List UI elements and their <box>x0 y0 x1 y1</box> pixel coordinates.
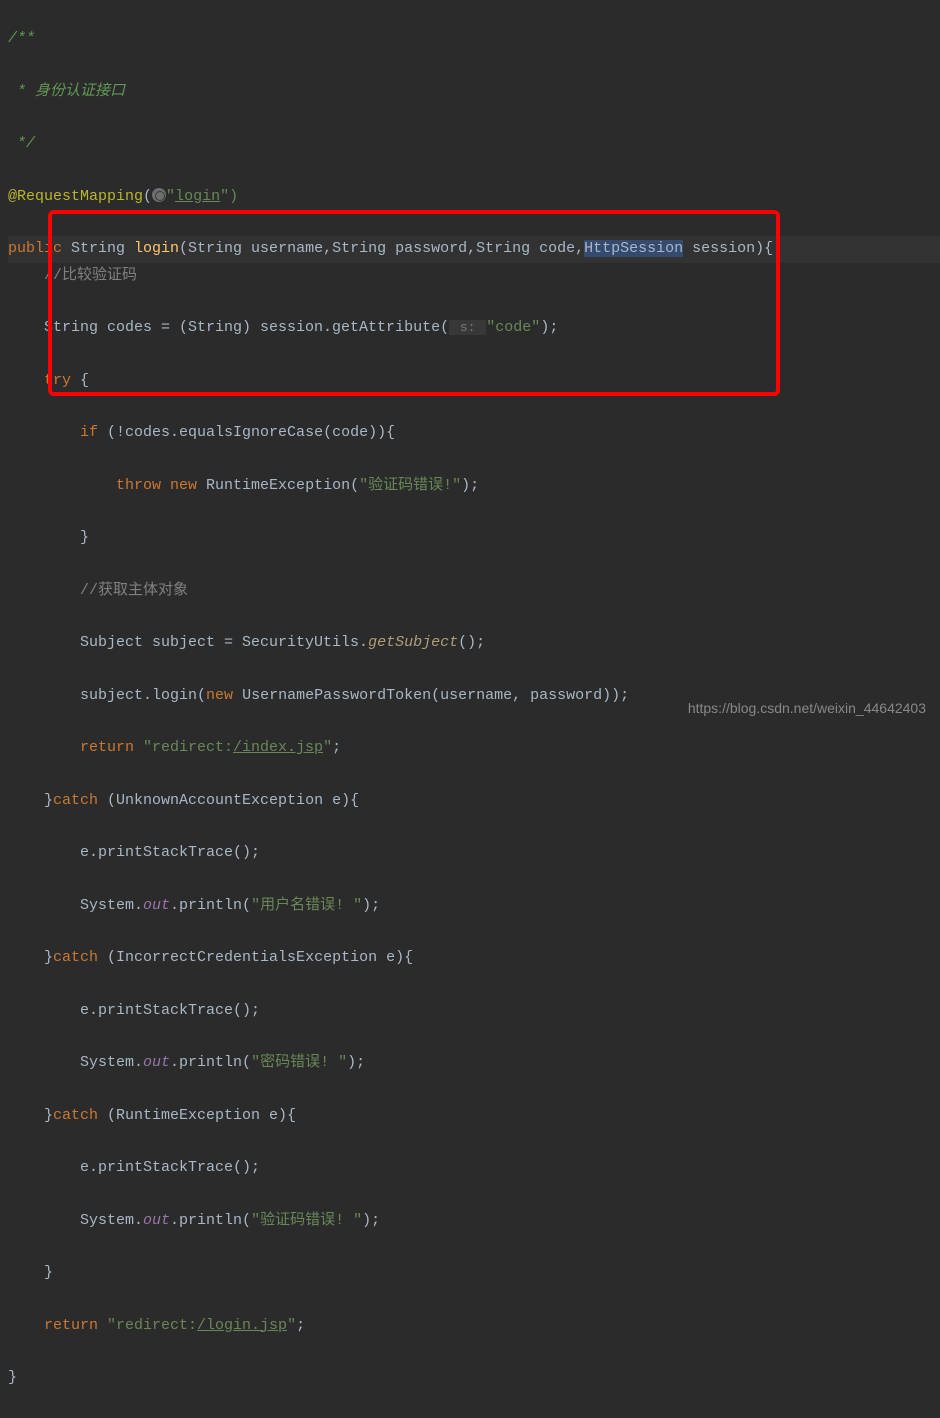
code-line: try { <box>8 368 940 394</box>
code-line: if (!codes.equalsIgnoreCase(code)){ <box>8 420 940 446</box>
code-line: throw new RuntimeException("验证码错误!"); <box>8 473 940 499</box>
globe-icon <box>152 188 166 202</box>
redirect-link[interactable]: /index.jsp <box>233 739 323 756</box>
code-line: e.printStackTrace(); <box>8 1155 940 1181</box>
line-comment: //获取主体对象 <box>8 582 188 599</box>
code-line-current: public String login(String username,Stri… <box>8 236 940 262</box>
code-line: System.out.println("验证码错误! "); <box>8 1208 940 1234</box>
code-line: return "redirect:/login.jsp"; <box>8 1313 940 1339</box>
line-comment: //比较验证码 <box>8 267 137 284</box>
param-hint: s: <box>449 320 486 335</box>
code-line: }catch (UnknownAccountException e){ <box>8 788 940 814</box>
code-line: Subject subject = SecurityUtils.getSubje… <box>8 630 940 656</box>
code-line: e.printStackTrace(); <box>8 840 940 866</box>
code-line: }catch (IncorrectCredentialsException e)… <box>8 945 940 971</box>
code-line: return "redirect:/index.jsp"; <box>8 735 940 761</box>
code-line: //获取主体对象 <box>8 578 940 604</box>
type-highlight: HttpSession <box>584 240 683 257</box>
code-line: } <box>8 1365 940 1391</box>
mapping-link[interactable]: login <box>175 188 220 205</box>
watermark: https://blog.csdn.net/weixin_44642403 <box>688 696 926 721</box>
code-line: } <box>8 1260 940 1286</box>
redirect-link[interactable]: /login.jsp <box>197 1317 287 1334</box>
doc-comment-start: /** <box>8 30 35 47</box>
code-line: System.out.println("用户名错误! "); <box>8 893 940 919</box>
code-line: e.printStackTrace(); <box>8 998 940 1024</box>
code-line: //比较验证码 <box>8 263 940 289</box>
code-line: * 身份认证接口 <box>8 79 940 105</box>
code-line: /** <box>8 26 940 52</box>
code-line: String codes = (String) session.getAttri… <box>8 315 940 341</box>
doc-comment-line: * 身份认证接口 <box>8 83 125 100</box>
code-line: */ <box>8 131 940 157</box>
code-line: System.out.println("密码错误! "); <box>8 1050 940 1076</box>
code-line: } <box>8 525 940 551</box>
method-name: login <box>134 240 179 257</box>
code-line: }catch (RuntimeException e){ <box>8 1103 940 1129</box>
code-line: @RequestMapping("login") <box>8 184 940 210</box>
doc-comment-end: */ <box>8 135 35 152</box>
annotation: @RequestMapping <box>8 188 143 205</box>
